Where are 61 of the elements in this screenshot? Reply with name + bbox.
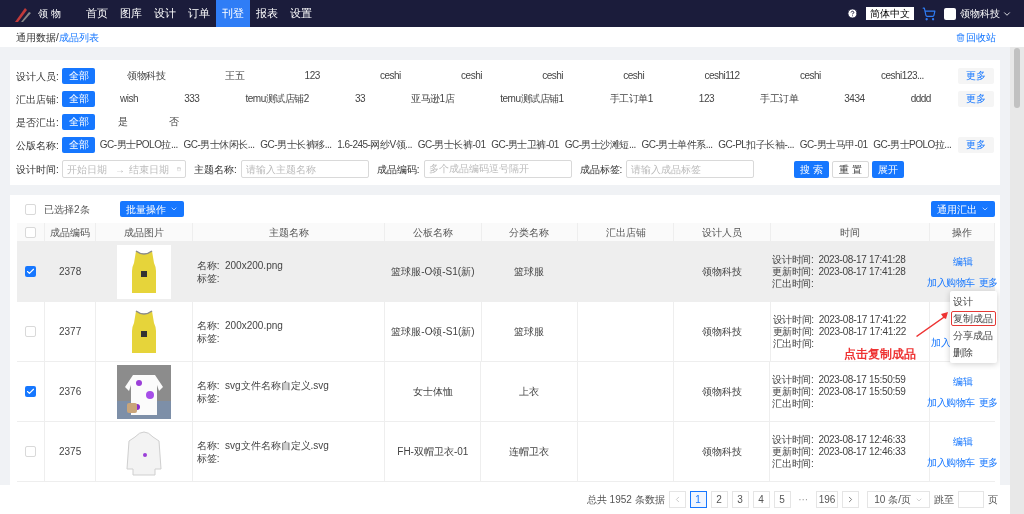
update-time: 更新时间: 2023-08-17 15:50:59	[772, 385, 907, 398]
filter-label: 是否汇出:	[16, 115, 60, 130]
filter-label: 成品编码:	[376, 162, 420, 177]
column-header: 成品图片	[124, 225, 165, 240]
filter-label: 设计人员:	[16, 69, 60, 84]
table-cell-text: 连帽卫衣	[509, 445, 550, 459]
filter-label: 设计时间:	[16, 162, 60, 177]
tag-text: 标签:	[196, 451, 221, 465]
total-count: 总共 1952 条数据	[586, 493, 665, 507]
name-text: 名称: svg文件名称自定义.svg	[196, 378, 330, 392]
goto-label: 跳至	[934, 493, 954, 507]
tag-text: 标签:	[196, 271, 221, 285]
table-cell-text: 女士体恤	[412, 385, 453, 399]
design-time: 设计时间: 2023-08-17 17:41:22	[772, 313, 907, 326]
name-text: 名称: svg文件名称自定义.svg	[196, 438, 330, 452]
breadcrumb-separator: /	[56, 30, 59, 45]
export-time: 汇出时间:	[772, 277, 815, 290]
column-header: 主题名称	[268, 225, 309, 240]
logo-text: 领 物	[38, 7, 61, 21]
export-time: 汇出时间:	[772, 457, 815, 470]
column-header: 成品编码	[50, 225, 91, 240]
filter-label: 成品标签:	[579, 162, 623, 177]
table-cell-text: 篮球服	[514, 325, 545, 339]
table-cell-text: 领物科技	[701, 325, 742, 339]
column-header: 公板名称	[413, 225, 454, 240]
update-time: 更新时间: 2023-08-17 12:46:33	[772, 445, 907, 458]
table-cell-text: 领物科技	[701, 385, 742, 399]
name-text: 名称: 200x200.png	[196, 318, 284, 332]
column-header: 分类名称	[509, 225, 550, 240]
column-header: 时间	[840, 225, 861, 240]
column-header: 设计人员	[701, 225, 742, 240]
table-cell-text: 领物科技	[701, 265, 742, 279]
table-cell-text: FH-双帽卫衣-01	[397, 445, 469, 459]
annotation-text: 点击复制成品	[844, 346, 916, 363]
export-time: 汇出时间:	[772, 337, 815, 350]
table-cell-text: 上衣	[519, 385, 540, 399]
filter-label: 主题名称:	[194, 162, 237, 177]
tag-text: 标签:	[196, 391, 221, 405]
table-cell-text: 2378	[58, 265, 82, 279]
selected-count: 已选择2条	[44, 202, 90, 217]
filter-label: 汇出店铺:	[16, 92, 60, 107]
tag-text: 标签:	[196, 331, 221, 345]
export-time: 汇出时间:	[772, 397, 815, 410]
page-suffix: 页	[988, 493, 998, 507]
column-header: 操作	[952, 225, 973, 240]
name-text: 名称: 200x200.png	[196, 258, 284, 272]
update-time: 更新时间: 2023-08-17 17:41:22	[772, 325, 907, 338]
table-cell-text: 领物科技	[701, 445, 742, 459]
table-cell-text: 篮球服	[514, 265, 545, 279]
table-cell-text: 篮球服-O领-S1(新)	[391, 265, 475, 279]
table-cell-text: 篮球服-O领-S1(新)	[391, 325, 475, 339]
design-time: 设计时间: 2023-08-17 17:41:28	[772, 253, 907, 266]
column-header: 汇出店铺	[605, 225, 646, 240]
table-cell-text: 2375	[58, 445, 82, 459]
table-cell-text: 2376	[58, 385, 82, 399]
filter-label: 公版名称:	[16, 138, 60, 153]
table-cell-text: 2377	[59, 325, 82, 339]
design-time: 设计时间: 2023-08-17 12:46:33	[772, 433, 907, 446]
design-time: 设计时间: 2023-08-17 15:50:59	[772, 373, 907, 386]
arrow-text: →	[115, 162, 125, 177]
update-time: 更新时间: 2023-08-17 17:41:28	[772, 265, 907, 278]
